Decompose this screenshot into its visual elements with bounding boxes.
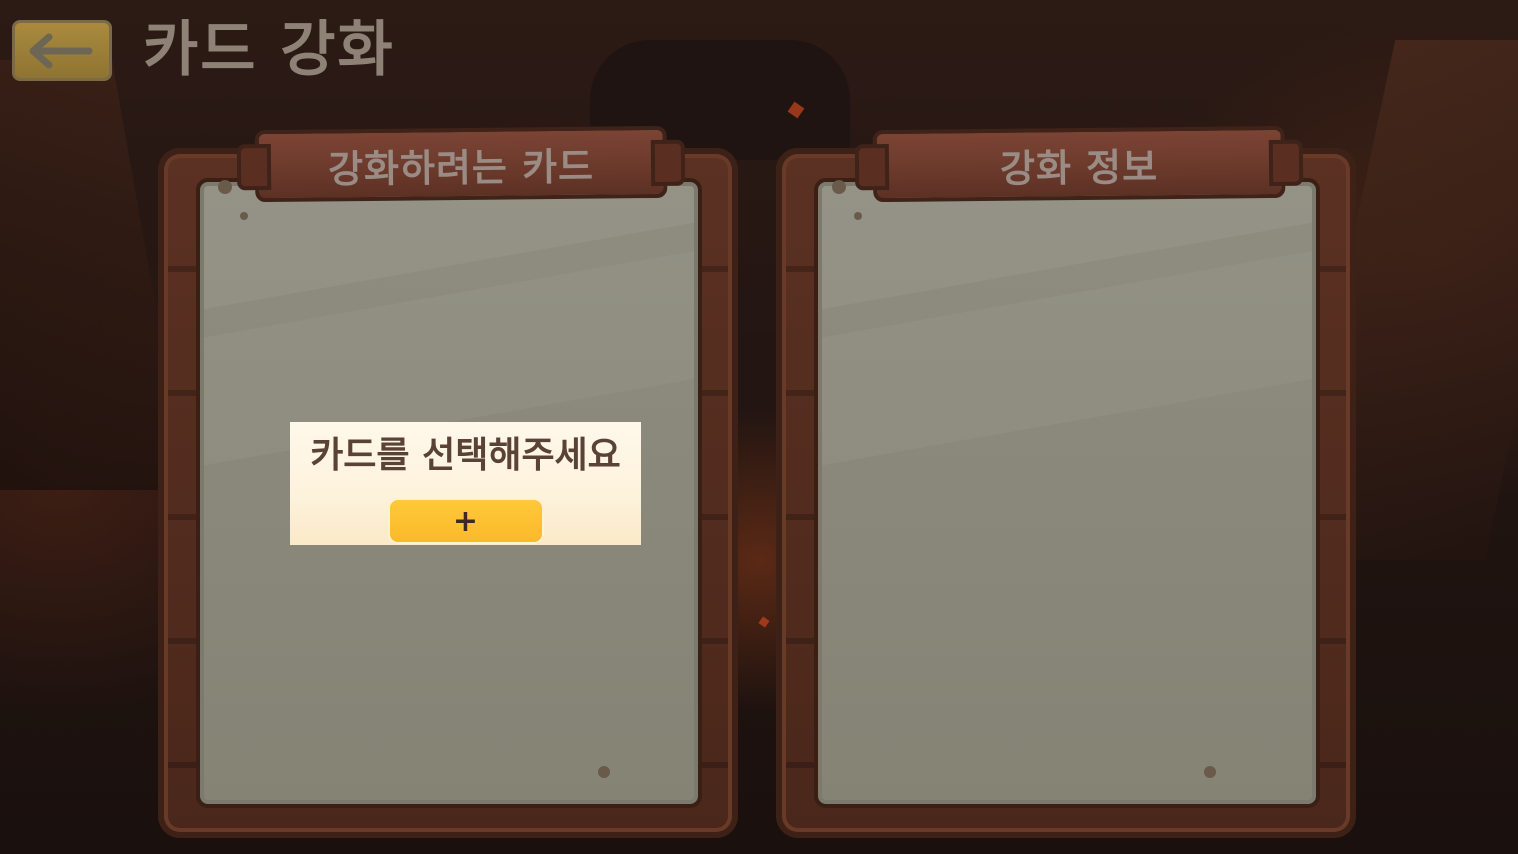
paper-dot bbox=[598, 766, 610, 778]
paper-dot bbox=[854, 212, 862, 220]
upgrade-info-paper bbox=[814, 178, 1320, 808]
target-card-banner: 강화하려는 카드 bbox=[254, 125, 668, 203]
upgrade-info-banner: 강화 정보 bbox=[872, 125, 1286, 203]
add-card-button[interactable]: + bbox=[389, 500, 542, 542]
paper-dot bbox=[832, 180, 846, 194]
plus-icon: + bbox=[452, 503, 479, 539]
page-title: 카드 강화 bbox=[143, 15, 395, 85]
ember-spark bbox=[758, 616, 770, 628]
target-card-title: 강화하려는 카드 bbox=[327, 144, 595, 191]
paper-dot bbox=[218, 180, 232, 194]
upgrade-info-panel: 강화 정보 bbox=[776, 125, 1356, 838]
paper-dot bbox=[240, 212, 248, 220]
select-card-prompt: 카드를 선택해주세요 + bbox=[290, 422, 641, 545]
upgrade-info-title: 강화 정보 bbox=[999, 144, 1159, 191]
select-card-text: 카드를 선택해주세요 bbox=[310, 435, 621, 476]
back-button[interactable] bbox=[12, 20, 112, 81]
paper-dot bbox=[1204, 766, 1216, 778]
arrow-left-icon bbox=[29, 33, 93, 68]
